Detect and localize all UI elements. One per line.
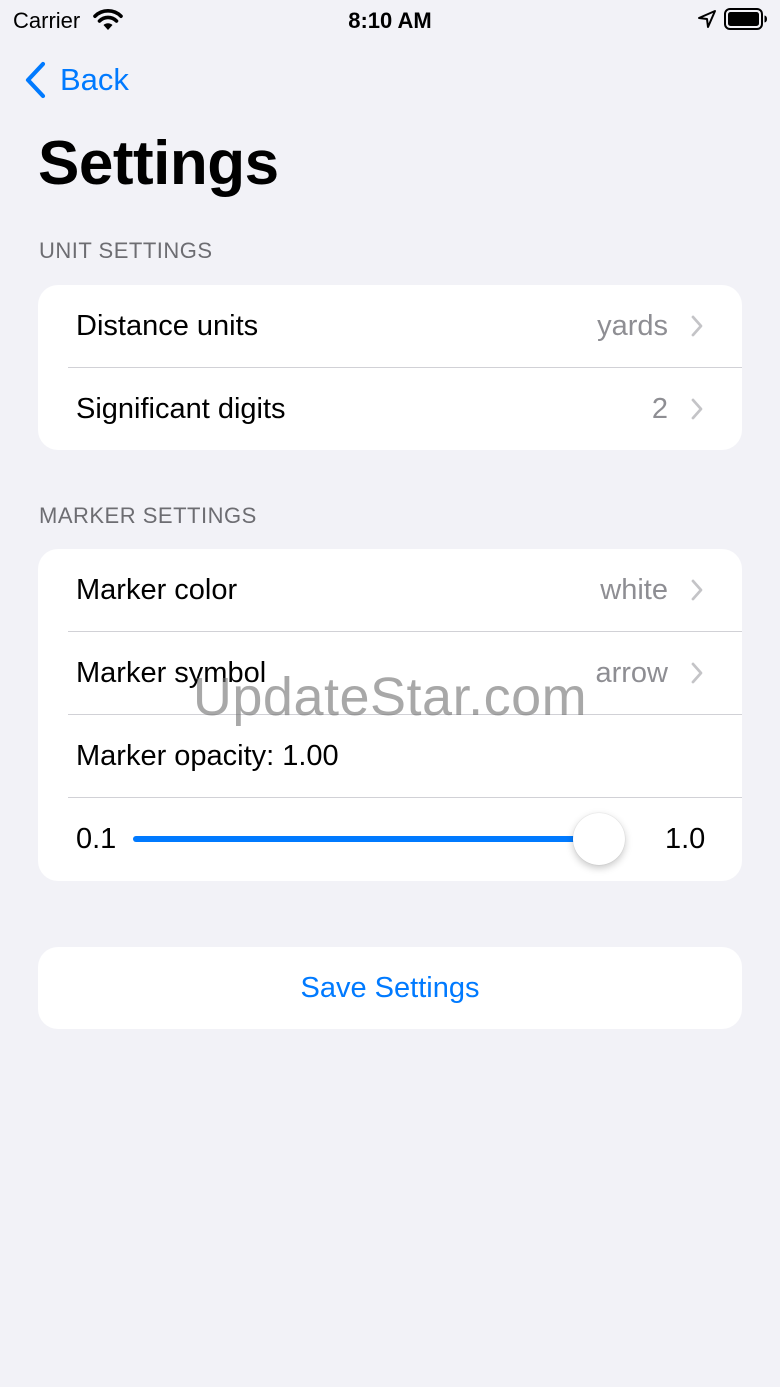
marker-symbol-row[interactable]: Marker symbol arrow	[38, 632, 742, 714]
chevron-right-icon	[691, 579, 703, 601]
save-settings-button[interactable]: Save Settings	[38, 947, 742, 1029]
battery-icon	[724, 8, 767, 30]
significant-digits-row[interactable]: Significant digits 2	[38, 368, 742, 450]
marker-symbol-label: Marker symbol	[76, 657, 267, 689]
chevron-right-icon	[691, 315, 703, 337]
opacity-slider-track[interactable]	[133, 813, 625, 865]
marker-color-label: Marker color	[76, 574, 238, 606]
distance-units-value: yards	[597, 310, 668, 342]
distance-units-label: Distance units	[76, 310, 259, 342]
marker-settings-header: MARKER SETTINGS	[39, 503, 257, 528]
back-label: Back	[60, 62, 129, 97]
slider-max-label: 1.0	[665, 823, 706, 855]
distance-units-row[interactable]: Distance units yards	[38, 285, 742, 367]
opacity-slider-thumb[interactable]	[573, 813, 625, 865]
slider-min-label: 0.1	[76, 823, 117, 855]
marker-opacity-label: Marker opacity: 1.00	[76, 715, 339, 797]
unit-settings-group: Distance units yards Significant digits …	[38, 285, 742, 450]
marker-symbol-value: arrow	[595, 657, 668, 689]
opacity-slider-fill	[133, 836, 599, 842]
marker-opacity-value: 1.00	[282, 740, 339, 772]
status-bar: Carrier 8:10 AM	[0, 0, 780, 40]
location-arrow-icon	[698, 10, 716, 28]
significant-digits-value: 2	[651, 393, 668, 425]
status-time: 8:10 AM	[348, 8, 432, 33]
chevron-left-icon	[25, 61, 46, 99]
marker-color-value: white	[600, 574, 668, 606]
chevron-right-icon	[691, 662, 703, 684]
back-button[interactable]: Back	[22, 58, 129, 102]
marker-opacity-row: Marker opacity: 1.00	[38, 715, 742, 797]
significant-digits-label: Significant digits	[76, 393, 286, 425]
marker-color-row[interactable]: Marker color white	[38, 549, 742, 631]
chevron-right-icon	[691, 398, 703, 420]
marker-settings-group: Marker color white Marker symbol arrow M…	[38, 549, 742, 881]
marker-opacity-title: Marker opacity:	[76, 740, 275, 772]
unit-settings-header: UNIT SETTINGS	[39, 238, 213, 263]
page-title: Settings	[38, 129, 279, 198]
opacity-slider-row: 0.1 1.0	[38, 798, 742, 880]
